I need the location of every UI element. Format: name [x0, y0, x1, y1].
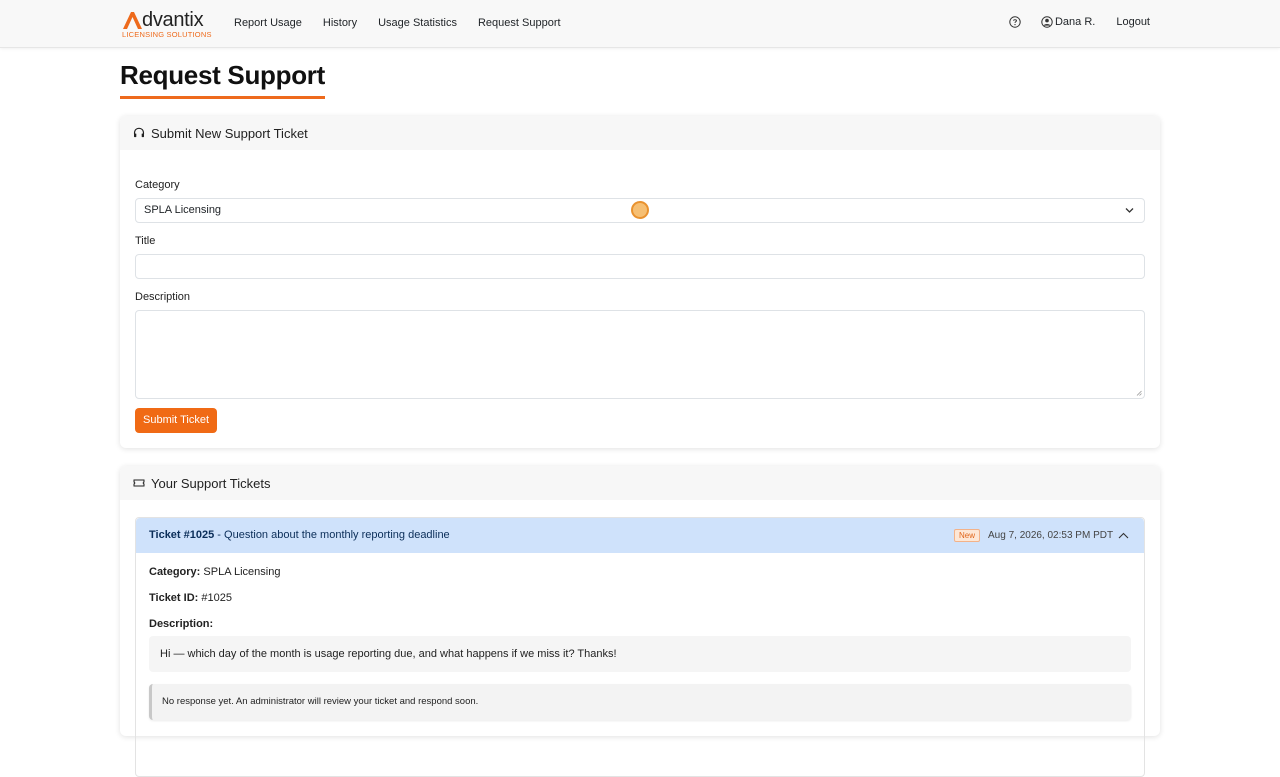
title-input[interactable]: [135, 254, 1145, 279]
logo-mark-icon: [123, 12, 142, 29]
user-circle-icon: [1041, 16, 1053, 28]
category-selected-value: SPLA Licensing: [144, 204, 222, 216]
description-label: Description: [135, 291, 191, 303]
nav-report-usage[interactable]: Report Usage: [234, 17, 302, 29]
brand-tagline: LICENSING SOLUTIONS: [122, 30, 212, 39]
chevron-down-icon: [1125, 208, 1134, 213]
your-tickets-card: Your Support Tickets Ticket #1025 - Ques…: [120, 466, 1160, 777]
ticket-description-label: Description:: [149, 618, 213, 630]
ticket-number: Ticket #1025: [149, 529, 215, 541]
brand-logo[interactable]: dvantix LICENSING SOLUTIONS: [121, 9, 216, 41]
help-icon[interactable]: [1009, 16, 1021, 28]
card-title: Your Support Tickets: [151, 475, 271, 491]
ticket-id: Ticket ID: #1025: [149, 592, 232, 604]
page-title: Request Support: [120, 60, 325, 90]
nav-request-support[interactable]: Request Support: [478, 17, 561, 29]
description-textarea[interactable]: [135, 310, 1145, 399]
ticket-category-label: Category:: [149, 566, 201, 578]
ticket-category: Category: SPLA Licensing: [149, 566, 280, 578]
chevron-up-icon[interactable]: [1118, 532, 1129, 539]
ticket-description-text: Hi — which day of the month is usage rep…: [149, 636, 1131, 672]
ticket-id-value: #1025: [198, 592, 232, 604]
nav-usage-statistics[interactable]: Usage Statistics: [378, 17, 457, 29]
ticket-icon: [133, 479, 145, 487]
logout-link[interactable]: Logout: [1116, 16, 1150, 28]
submit-ticket-card: Submit New Support Ticket Category SPLA …: [120, 116, 1160, 448]
title-label: Title: [135, 235, 156, 247]
nav-right: Dana R. Logout: [1009, 16, 1150, 28]
title-underline: [120, 96, 325, 99]
ticket-date: Aug 7, 2026, 02:53 PM PDT: [988, 530, 1114, 541]
top-navbar: dvantix LICENSING SOLUTIONS Report Usage…: [0, 0, 1280, 48]
ticket-item: Ticket #1025 - Question about the monthl…: [135, 517, 1145, 777]
your-tickets-header: Your Support Tickets: [120, 466, 1160, 500]
ticket-subject: - Question about the monthly reporting d…: [214, 529, 450, 541]
ticket-description-heading: Description:: [149, 618, 214, 630]
ticket-title: Ticket #1025 - Question about the monthl…: [149, 529, 450, 541]
ticket-id-label: Ticket ID:: [149, 592, 199, 604]
ticket-header[interactable]: Ticket #1025 - Question about the monthl…: [136, 518, 1144, 553]
resize-handle-icon[interactable]: [1136, 390, 1142, 396]
ticket-category-value: SPLA Licensing: [200, 566, 281, 578]
submit-ticket-header: Submit New Support Ticket: [120, 116, 1160, 150]
card-title: Submit New Support Ticket: [151, 125, 308, 141]
brand-name: dvantix: [142, 9, 204, 31]
status-badge: New: [954, 529, 981, 542]
ticket-response-note: No response yet. An administrator will r…: [149, 684, 1131, 720]
user-menu[interactable]: Dana R.: [1041, 16, 1095, 28]
nav-links: Report Usage History Usage Statistics Re…: [234, 17, 582, 29]
mouse-cursor-indicator: [631, 201, 649, 219]
user-name: Dana R.: [1054, 16, 1096, 28]
category-label: Category: [135, 179, 180, 191]
headset-icon: [133, 127, 145, 138]
submit-ticket-button[interactable]: Submit Ticket: [135, 408, 218, 433]
nav-history[interactable]: History: [323, 17, 357, 29]
